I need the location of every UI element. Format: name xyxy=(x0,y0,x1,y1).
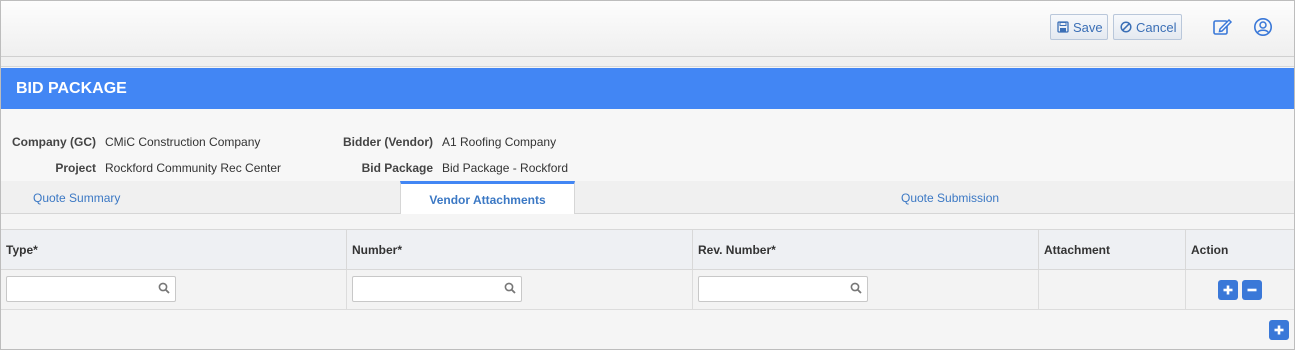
plus-icon xyxy=(1223,285,1233,295)
bidder-label: Bidder (Vendor) xyxy=(342,135,433,149)
save-label: Save xyxy=(1073,19,1103,35)
search-icon[interactable] xyxy=(504,282,516,297)
page-title: BID PACKAGE xyxy=(16,80,127,97)
column-header-attachment[interactable]: Attachment xyxy=(1039,230,1186,269)
search-icon[interactable] xyxy=(850,282,862,297)
action-cell xyxy=(1186,270,1294,309)
minus-icon xyxy=(1247,288,1257,292)
grid-spacer xyxy=(1,214,1294,229)
toolbar-divider xyxy=(1,57,1294,67)
table-row xyxy=(1,270,1294,310)
tab-vendor-attachments[interactable]: Vendor Attachments xyxy=(400,181,575,215)
type-cell xyxy=(1,270,347,309)
remove-row-button[interactable] xyxy=(1242,280,1262,300)
project-value: Rockford Community Rec Center xyxy=(105,161,282,175)
cancel-button[interactable]: Cancel xyxy=(1113,14,1182,40)
bid-info-panel: Company (GC) CMiC Construction Company P… xyxy=(1,109,1294,181)
page-header: BID PACKAGE xyxy=(1,68,1294,109)
column-header-number[interactable]: Number* xyxy=(347,230,693,269)
top-toolbar: Save Cancel xyxy=(1,1,1294,57)
bid-package-value: Bid Package - Rockford xyxy=(442,161,569,175)
bid-package-label: Bid Package xyxy=(361,161,433,175)
rev-number-input[interactable] xyxy=(698,276,868,302)
app-frame: Save Cancel BID PACKAGE Company (GC) CMi… xyxy=(0,0,1295,350)
type-input[interactable] xyxy=(6,276,176,302)
company-value: CMiC Construction Company xyxy=(105,135,261,149)
add-row-button[interactable] xyxy=(1218,280,1238,300)
cancel-icon xyxy=(1120,21,1132,33)
tab-bar: Quote Summary Vendor Attachments Quote S… xyxy=(1,181,1294,215)
add-record-button[interactable] xyxy=(1269,320,1289,340)
search-icon[interactable] xyxy=(158,282,170,297)
grid-header: Type* Number* Rev. Number* Attachment Ac… xyxy=(1,229,1294,270)
column-header-action: Action xyxy=(1191,242,1229,257)
save-button[interactable]: Save xyxy=(1050,14,1108,40)
tab-quote-summary[interactable]: Quote Summary xyxy=(33,181,120,214)
project-label: Project xyxy=(55,161,96,175)
plus-icon xyxy=(1274,325,1284,335)
attachment-cell[interactable] xyxy=(1039,270,1186,309)
column-header-rev-number[interactable]: Rev. Number* xyxy=(693,230,1039,269)
tab-quote-submission[interactable]: Quote Submission xyxy=(901,181,999,214)
company-label: Company (GC) xyxy=(12,135,96,149)
edit-icon[interactable] xyxy=(1211,15,1235,39)
number-input[interactable] xyxy=(352,276,522,302)
user-icon[interactable] xyxy=(1251,15,1275,39)
cancel-label: Cancel xyxy=(1136,19,1177,35)
number-cell xyxy=(347,270,693,309)
bidder-value: A1 Roofing Company xyxy=(442,135,557,149)
column-header-type[interactable]: Type* xyxy=(1,230,347,269)
save-icon xyxy=(1057,21,1069,33)
rev-number-cell xyxy=(693,270,1039,309)
